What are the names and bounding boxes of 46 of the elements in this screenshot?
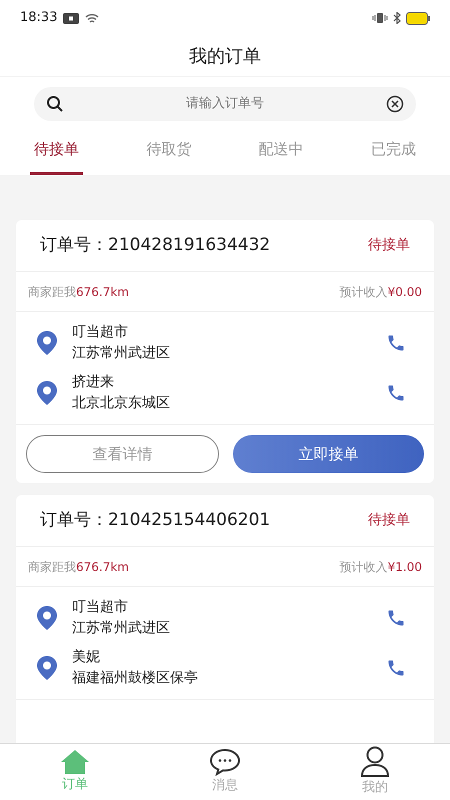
estimated-income: 预计收入¥1.00 [340, 558, 422, 576]
view-details-button[interactable]: 查看详情 [26, 435, 219, 473]
stop-address: 江苏常州武进区 [72, 344, 171, 363]
order-status: 待接单 [368, 511, 410, 530]
page-title: 我的订单 [189, 44, 261, 68]
phone-icon[interactable] [386, 658, 406, 678]
location-pin-icon [36, 605, 58, 631]
battery-icon [406, 12, 430, 24]
status-time: 18:33 [20, 9, 58, 28]
notification-icon [63, 12, 80, 24]
search-input[interactable]: 请输入订单号 [64, 94, 386, 114]
phone-icon[interactable] [386, 333, 406, 353]
stop-address: 江苏常州武进区 [72, 619, 171, 638]
stop-name: 美妮 [72, 648, 101, 667]
phone-icon[interactable] [386, 608, 406, 628]
order-tab[interactable]: 待取货 [142, 127, 196, 175]
stop-name: 叮当超市 [72, 598, 129, 617]
merchant-distance: 商家距我676.7km [28, 284, 129, 300]
bottom-nav-tab[interactable]: 消息 [150, 744, 300, 800]
bottom-nav-tab[interactable]: 订单 [0, 744, 150, 800]
location-pin-icon [36, 655, 58, 681]
search-icon [46, 95, 64, 113]
stop-name: 叮当超市 [72, 323, 129, 342]
wifi-icon [85, 12, 100, 24]
search-field[interactable]: 请输入订单号 [34, 87, 416, 121]
location-pin-icon [36, 330, 58, 356]
chat-bubble-icon [209, 748, 241, 776]
home-icon [60, 749, 90, 776]
location-pin-icon [36, 380, 58, 406]
order-tab[interactable]: 配送中 [254, 127, 308, 175]
user-icon [360, 746, 390, 778]
stop-address: 北京北京东城区 [72, 394, 171, 413]
stop-name: 挤进来 [72, 373, 115, 392]
bottom-nav-tab[interactable]: 我的 [300, 744, 450, 800]
stop-address: 福建福州鼓楼区保亭 [72, 669, 199, 688]
estimated-income: 预计收入¥0.00 [340, 284, 422, 300]
order-tab[interactable]: 已完成 [366, 127, 420, 175]
accept-order-button[interactable]: 立即接单 [233, 435, 424, 473]
vibrate-icon [372, 12, 388, 24]
clear-icon[interactable] [386, 95, 404, 113]
phone-icon[interactable] [386, 383, 406, 403]
order-number: 订单号：210428191634432 [40, 234, 270, 257]
order-number: 订单号：210425154406201 [40, 508, 270, 532]
bluetooth-icon [393, 12, 401, 24]
merchant-distance: 商家距我676.7km [28, 558, 129, 576]
order-status: 待接单 [368, 236, 410, 255]
